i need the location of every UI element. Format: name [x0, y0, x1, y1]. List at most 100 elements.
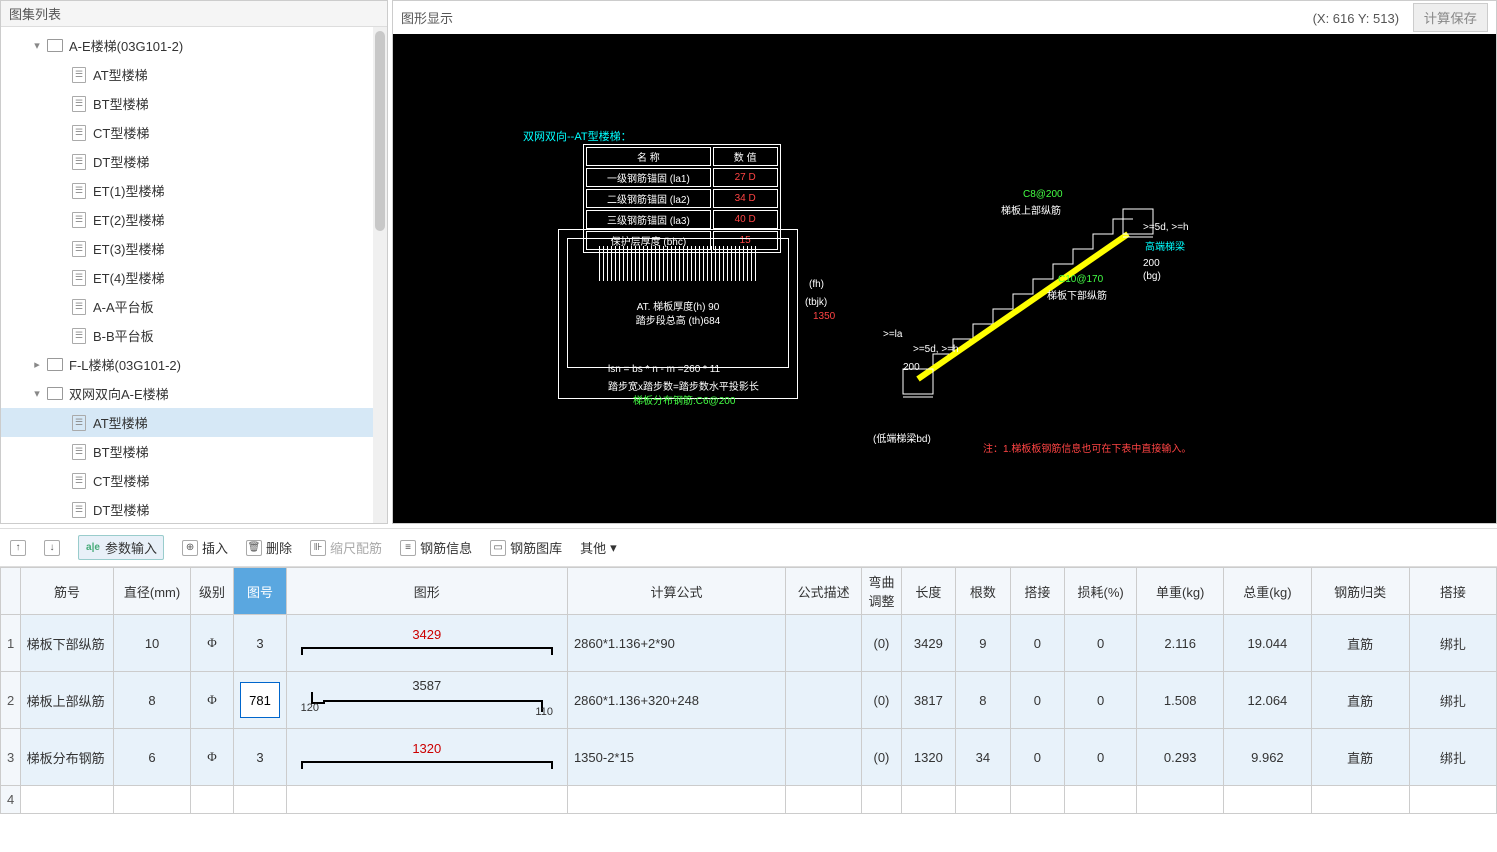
loss[interactable]: 0 — [1065, 672, 1137, 729]
count[interactable]: 34 — [956, 729, 1011, 786]
tree-leaf[interactable]: AT型楼梯 — [1, 60, 387, 89]
grid-header[interactable]: 搭接 — [1010, 568, 1065, 615]
insert-button[interactable]: ⊕插入 — [182, 538, 228, 557]
tree-group-ae[interactable]: ▾ A-E楼梯(03G101-2) — [1, 31, 387, 60]
rebar-name[interactable]: 梯板分布钢筋 — [20, 729, 114, 786]
tree-leaf[interactable]: AT型楼梯 — [1, 408, 387, 437]
tree-leaf[interactable]: ET(3)型楼梯 — [1, 234, 387, 263]
formula[interactable]: 2860*1.136+320+248 — [567, 672, 785, 729]
category[interactable]: 直筋 — [1311, 729, 1409, 786]
total-weight[interactable]: 19.044 — [1224, 615, 1311, 672]
table-row[interactable]: 1梯板下部纵筋10Φ334292860*1.136+2*90(0)3429900… — [1, 615, 1497, 672]
collapse-icon[interactable]: ▾ — [31, 39, 43, 52]
loss[interactable]: 0 — [1065, 729, 1137, 786]
lap[interactable]: 0 — [1010, 672, 1065, 729]
move-down-button[interactable]: ↓ — [44, 540, 60, 556]
tree-group-dual[interactable]: ▾ 双网双向A-E楼梯 — [1, 379, 387, 408]
grade[interactable]: Φ — [190, 729, 234, 786]
rebar-grid-wrap[interactable]: 筋号直径(mm)级别图号图形计算公式公式描述弯曲调整长度根数搭接损耗(%)单重(… — [0, 567, 1497, 852]
grid-header[interactable]: 弯曲调整 — [862, 568, 901, 615]
tree-leaf[interactable]: DT型楼梯 — [1, 147, 387, 176]
tree-leaf[interactable]: BT型楼梯 — [1, 89, 387, 118]
length[interactable]: 3429 — [901, 615, 956, 672]
fig-id-cell[interactable]: 3 — [234, 615, 286, 672]
shape-cell[interactable]: 1320 — [286, 729, 567, 786]
rebar-name[interactable]: 梯板上部纵筋 — [20, 672, 114, 729]
grid-header[interactable]: 公式描述 — [786, 568, 862, 615]
cad-canvas[interactable]: 双网双向--AT型楼梯： 名 称数 值 一级钢筋锚固 (la1)27 D 二级钢… — [393, 34, 1496, 523]
diameter[interactable]: 8 — [114, 672, 190, 729]
rebar-name[interactable]: 梯板下部纵筋 — [20, 615, 114, 672]
tree-leaf[interactable]: CT型楼梯 — [1, 118, 387, 147]
total-weight[interactable]: 12.064 — [1224, 672, 1311, 729]
calculate-save-button[interactable]: 计算保存 — [1413, 3, 1488, 32]
grid-header[interactable]: 损耗(%) — [1065, 568, 1137, 615]
unit-weight[interactable]: 1.508 — [1137, 672, 1224, 729]
formula[interactable]: 2860*1.136+2*90 — [567, 615, 785, 672]
length[interactable]: 1320 — [901, 729, 956, 786]
grade[interactable]: Φ — [190, 672, 234, 729]
fig-id-input[interactable] — [240, 682, 279, 718]
loss[interactable]: 0 — [1065, 615, 1137, 672]
tree-leaf[interactable]: BT型楼梯 — [1, 437, 387, 466]
count[interactable]: 9 — [956, 615, 1011, 672]
rebar-lib-button[interactable]: ▭钢筋图库 — [490, 538, 562, 557]
grid-header[interactable]: 根数 — [956, 568, 1011, 615]
table-row[interactable]: 3梯板分布钢筋6Φ313201350-2*15(0)132034000.2939… — [1, 729, 1497, 786]
grade[interactable]: Φ — [190, 615, 234, 672]
bend-adj[interactable]: (0) — [862, 672, 901, 729]
formula-desc[interactable] — [786, 672, 862, 729]
grid-header[interactable]: 钢筋归类 — [1311, 568, 1409, 615]
shape-cell[interactable]: 3429 — [286, 615, 567, 672]
tree-group-fl[interactable]: ▸ F-L楼梯(03G101-2) — [1, 350, 387, 379]
delete-button[interactable]: 🗑删除 — [246, 538, 292, 557]
table-row-empty[interactable]: 4 — [1, 786, 1497, 814]
tie-method[interactable]: 绑扎 — [1409, 672, 1496, 729]
fig-id-cell[interactable] — [234, 672, 286, 729]
other-dropdown[interactable]: 其他 ▾ — [580, 538, 617, 557]
grid-header[interactable]: 搭接 — [1409, 568, 1496, 615]
category[interactable]: 直筋 — [1311, 672, 1409, 729]
grid-header[interactable]: 单重(kg) — [1137, 568, 1224, 615]
formula[interactable]: 1350-2*15 — [567, 729, 785, 786]
count[interactable]: 8 — [956, 672, 1011, 729]
scrollbar[interactable] — [373, 27, 387, 523]
lap[interactable]: 0 — [1010, 729, 1065, 786]
formula-desc[interactable] — [786, 729, 862, 786]
grid-header[interactable]: 筋号 — [20, 568, 114, 615]
tie-method[interactable]: 绑扎 — [1409, 615, 1496, 672]
unit-weight[interactable]: 0.293 — [1137, 729, 1224, 786]
expand-icon[interactable]: ▸ — [31, 358, 43, 371]
table-row[interactable]: 2梯板上部纵筋8Φ35871201102860*1.136+320+248(0)… — [1, 672, 1497, 729]
length[interactable]: 3817 — [901, 672, 956, 729]
grid-header[interactable]: 图形 — [286, 568, 567, 615]
tree-leaf[interactable]: ET(4)型楼梯 — [1, 263, 387, 292]
grid-header[interactable]: 总重(kg) — [1224, 568, 1311, 615]
bend-adj[interactable]: (0) — [862, 615, 901, 672]
tree-leaf[interactable]: DT型楼梯 — [1, 495, 387, 523]
tree-leaf[interactable]: ET(1)型楼梯 — [1, 176, 387, 205]
diameter[interactable]: 6 — [114, 729, 190, 786]
lap[interactable]: 0 — [1010, 615, 1065, 672]
grid-header[interactable]: 直径(mm) — [114, 568, 190, 615]
param-input-button[interactable]: a|e参数输入 — [78, 535, 164, 560]
scale-rebar-button[interactable]: ⊪缩尺配筋 — [310, 538, 382, 557]
tree-leaf[interactable]: A-A平台板 — [1, 292, 387, 321]
move-up-button[interactable]: ↑ — [10, 540, 26, 556]
collapse-icon[interactable]: ▾ — [31, 387, 43, 400]
diameter[interactable]: 10 — [114, 615, 190, 672]
total-weight[interactable]: 9.962 — [1224, 729, 1311, 786]
unit-weight[interactable]: 2.116 — [1137, 615, 1224, 672]
grid-header[interactable]: 级别 — [190, 568, 234, 615]
category[interactable]: 直筋 — [1311, 615, 1409, 672]
tree-leaf[interactable]: ET(2)型楼梯 — [1, 205, 387, 234]
shape-cell[interactable]: 3587120110 — [286, 672, 567, 729]
rebar-info-button[interactable]: ≡钢筋信息 — [400, 538, 472, 557]
tree-leaf[interactable]: B-B平台板 — [1, 321, 387, 350]
tie-method[interactable]: 绑扎 — [1409, 729, 1496, 786]
tree-leaf[interactable]: CT型楼梯 — [1, 466, 387, 495]
formula-desc[interactable] — [786, 615, 862, 672]
bend-adj[interactable]: (0) — [862, 729, 901, 786]
grid-header[interactable]: 长度 — [901, 568, 956, 615]
scrollbar-thumb[interactable] — [375, 31, 385, 231]
